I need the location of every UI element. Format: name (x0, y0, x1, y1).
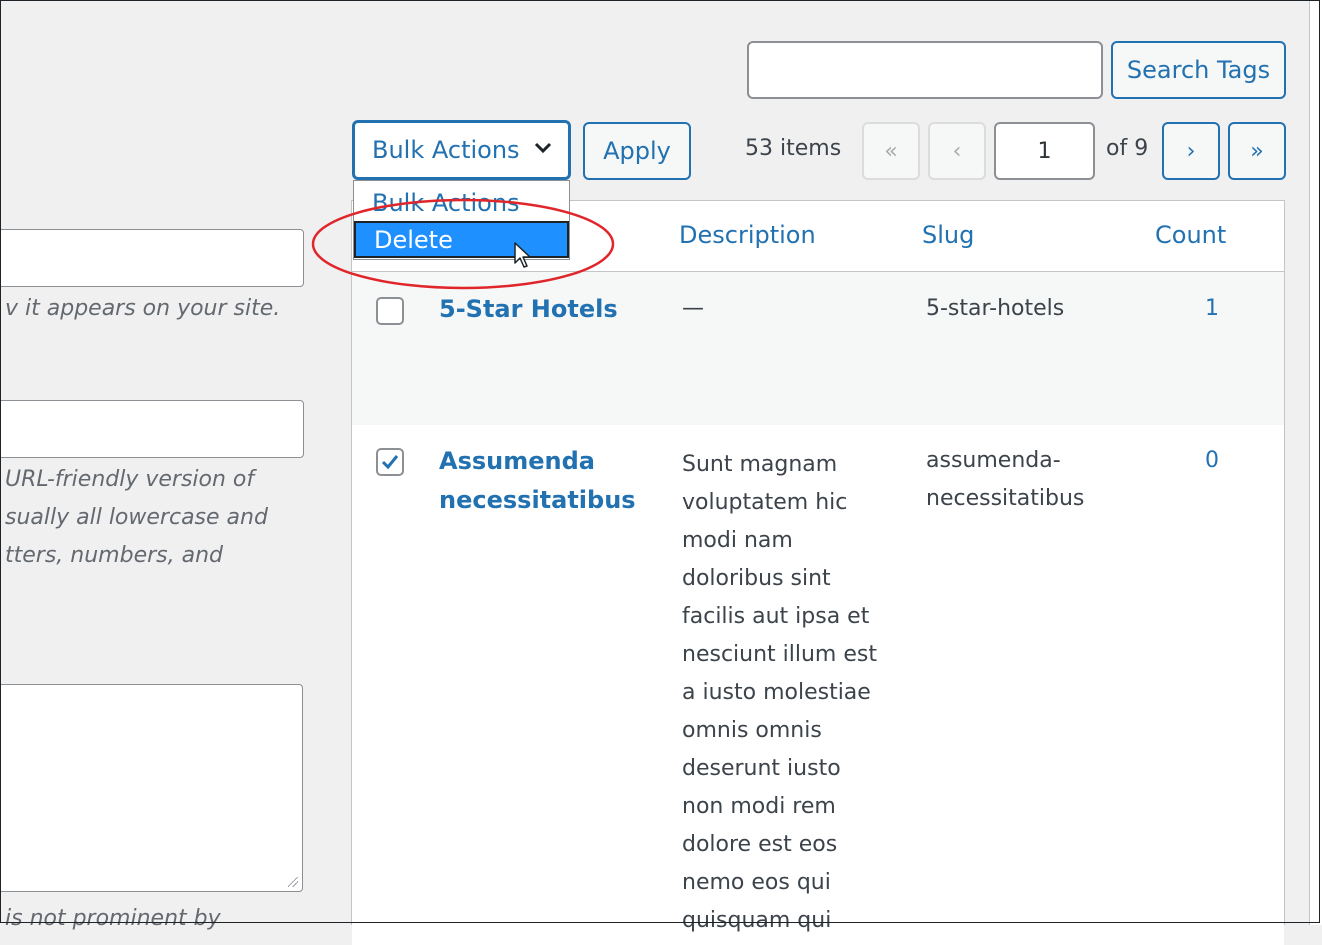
chevron-down-icon (534, 142, 552, 154)
description-hint-text: is not prominent by (5, 906, 221, 931)
tag-slug-input[interactable] (0, 400, 304, 458)
slug-hint-line-3: tters, numbers, and (5, 543, 223, 568)
tag-slug: assumenda- necessitatibus (926, 448, 1085, 511)
tag-description: Sunt magnam voluptatem hic modi nam dolo… (682, 452, 877, 933)
prev-page-button: ‹ (928, 122, 986, 180)
column-slug[interactable]: Slug (922, 221, 974, 249)
table-row: 5-Star Hotels — 5-star-hotels 1 (352, 272, 1284, 425)
name-hint-text: v it appears on your site. (5, 296, 281, 321)
apply-button[interactable]: Apply (583, 122, 691, 180)
row-checkbox[interactable] (376, 448, 404, 476)
tag-count-link[interactable]: 1 (1205, 296, 1219, 321)
total-pages-label: of 9 (1106, 136, 1149, 161)
right-scroll-edge (1309, 0, 1322, 925)
tag-description-textarea[interactable] (0, 684, 303, 892)
tag-count-link[interactable]: 0 (1205, 448, 1219, 473)
search-tags-button[interactable]: Search Tags (1111, 41, 1286, 99)
checkmark-icon (381, 455, 399, 470)
annotation-ellipse (311, 198, 615, 290)
tag-name-input[interactable] (0, 229, 304, 287)
bulk-actions-select[interactable]: Bulk Actions (352, 120, 571, 180)
column-description[interactable]: Description (679, 221, 816, 249)
tag-description: — (682, 296, 704, 321)
tag-name-link[interactable]: Assumenda necessitatibus (439, 442, 636, 520)
slug-hint-line-2: sually all lowercase and (5, 505, 268, 530)
bulk-actions-selected: Bulk Actions (372, 136, 520, 164)
mouse-cursor-icon (514, 242, 531, 268)
first-page-button: « (862, 122, 920, 180)
tag-name-link[interactable]: 5-Star Hotels (439, 290, 618, 329)
tags-table: Description Slug Count 5-Star Hotels — 5… (351, 200, 1285, 945)
last-page-button[interactable]: » (1228, 122, 1286, 180)
table-row: Assumenda necessitatibus Sunt magnam vol… (352, 425, 1284, 945)
tag-slug: 5-star-hotels (926, 296, 1065, 321)
search-tags-input[interactable] (747, 41, 1103, 99)
column-count[interactable]: Count (1155, 221, 1226, 249)
resize-handle-icon[interactable] (288, 877, 298, 887)
row-checkbox[interactable] (376, 297, 404, 325)
current-page-input[interactable]: 1 (994, 122, 1095, 180)
next-page-button[interactable]: › (1162, 122, 1220, 180)
slug-hint-line-1: URL-friendly version of (5, 467, 255, 492)
items-count: 53 items (745, 136, 842, 161)
